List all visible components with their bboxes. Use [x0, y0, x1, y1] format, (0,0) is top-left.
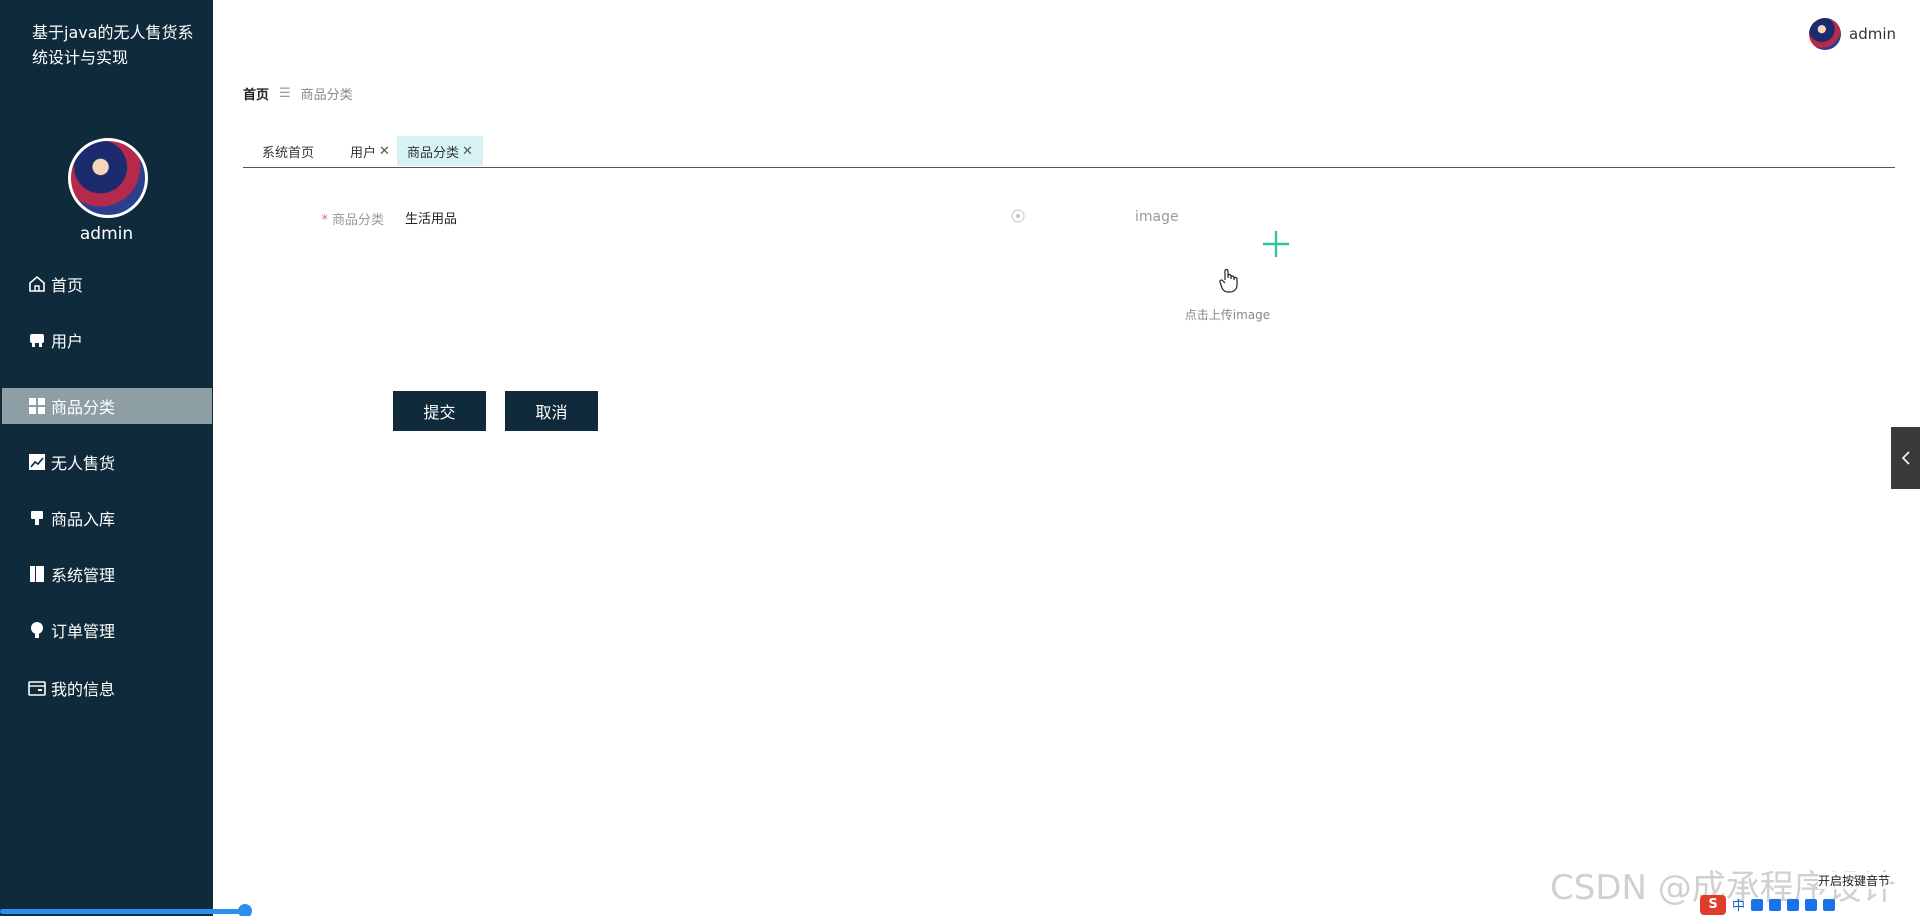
loading-progress-bar [0, 909, 248, 914]
sidebar-username: admin [79, 224, 134, 244]
tab-home[interactable]: 系统首页 [252, 136, 324, 166]
side-collapse-handle[interactable] [1891, 427, 1920, 489]
chart-icon [27, 452, 47, 472]
tab-user[interactable]: 用户 ✕ [340, 136, 400, 166]
sidebar-item-label: 商品入库 [51, 510, 116, 529]
breadcrumb-separator-icon: ☰ [279, 86, 291, 101]
sidebar-avatar [68, 138, 148, 218]
breadcrumb: 首页 ☰ 商品分类 [243, 84, 353, 103]
header-avatar [1809, 18, 1841, 50]
sidebar-item-label: 首页 [51, 276, 84, 295]
progress-knob [238, 904, 252, 916]
sidebar-item-orders[interactable]: 订单管理 [2, 612, 212, 648]
skin-icon[interactable] [1787, 898, 1800, 911]
sidebar-item-user[interactable]: 用户 [2, 322, 212, 358]
sidebar-item-system[interactable]: 系统管理 [2, 556, 212, 592]
sidebar-item-category[interactable]: 商品分类 [2, 388, 212, 424]
hand-cursor-icon [1219, 268, 1238, 293]
required-mark: * [321, 213, 328, 228]
sidebar-item-label: 系统管理 [51, 566, 116, 585]
tab-label: 用户 [350, 145, 377, 161]
ime-status-tooltip: 开启按键音节 [1818, 872, 1891, 889]
sidebar-item-label: 我的信息 [51, 680, 116, 699]
sidebar-item-profile[interactable]: 我的信息 [2, 670, 212, 706]
header-username: admin [1849, 25, 1896, 43]
close-icon[interactable]: ✕ [462, 144, 473, 159]
tab-bar: 系统首页 用户 ✕ 商品分类 ✕ [243, 136, 1895, 168]
sidebar-item-label: 商品分类 [51, 398, 116, 417]
sidebar-item-stock[interactable]: 商品入库 [2, 500, 212, 536]
sidebar-item-label: 订单管理 [51, 622, 116, 641]
chevron-left-icon [1901, 451, 1910, 465]
category-field-label: * 商品分类 [310, 209, 384, 228]
bulb-icon [27, 620, 47, 640]
tab-category[interactable]: 商品分类 ✕ [397, 136, 483, 166]
sidebar-item-vending[interactable]: 无人售货 [2, 444, 212, 480]
header-user-menu[interactable]: admin [1809, 18, 1896, 50]
toolbox-icon[interactable] [1805, 898, 1818, 911]
user-icon [27, 330, 47, 350]
card-icon [27, 678, 47, 698]
keyboard-icon[interactable] [1769, 898, 1782, 911]
upload-tip: 点击上传image [1184, 308, 1271, 322]
system-tray: S 中 [1696, 893, 1920, 916]
sidebar-item-label: 用户 [51, 332, 84, 351]
sidebar-item-home[interactable]: 首页 [2, 266, 212, 302]
breadcrumb-home[interactable]: 首页 [243, 84, 269, 103]
tab-label: 系统首页 [262, 145, 315, 161]
home-icon [27, 274, 47, 294]
ime-language-indicator[interactable]: 中 [1732, 895, 1745, 914]
book-icon [27, 564, 47, 584]
app-title: 基于java的无人售货系统设计与实现 [32, 23, 194, 67]
image-field-label: image [1135, 209, 1179, 225]
sidebar: 基于java的无人售货系统设计与实现 admin 首页 用户 商品分类 无人售货 [0, 0, 213, 916]
breadcrumb-current: 商品分类 [300, 88, 353, 103]
category-label-text: 商品分类 [331, 213, 384, 228]
category-input[interactable] [395, 200, 1029, 234]
clear-icon[interactable] [1011, 209, 1025, 223]
close-icon[interactable]: ✕ [379, 144, 390, 159]
tab-label: 商品分类 [407, 145, 460, 161]
sogou-ime-icon[interactable]: S [1700, 894, 1726, 915]
sidebar-item-label: 无人售货 [51, 454, 116, 473]
cancel-button[interactable]: 取消 [505, 391, 598, 431]
settings-icon[interactable] [1823, 898, 1836, 911]
grid-icon [27, 396, 47, 416]
submit-button[interactable]: 提交 [393, 391, 486, 431]
upload-plus-icon[interactable] [1260, 228, 1292, 260]
stamp-icon [27, 508, 47, 528]
mic-icon[interactable] [1751, 898, 1764, 911]
